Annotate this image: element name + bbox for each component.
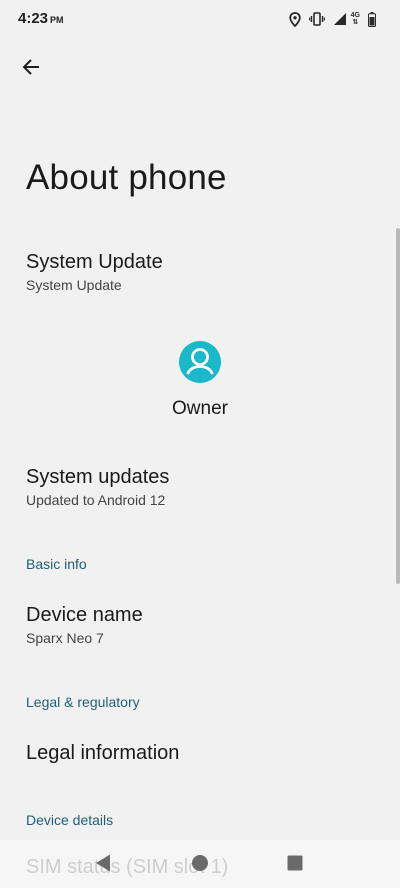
network-type-label: 4G ⇅ — [351, 12, 360, 26]
section-header-basic-info: Basic info — [26, 556, 87, 572]
system-update-title: System Update — [26, 251, 163, 273]
system-updates-row[interactable]: System updates Updated to Android 12 — [26, 464, 370, 509]
owner-name: Owner — [172, 398, 228, 419]
section-header-device-details: Device details — [26, 812, 114, 828]
device-name-subtitle: Sparx Neo 7 — [26, 630, 104, 646]
section-header-legal: Legal & regulatory — [26, 694, 140, 710]
status-icons: 4G ⇅ — [288, 10, 376, 28]
account-circle-icon — [178, 340, 222, 384]
legal-information-title: Legal information — [26, 742, 180, 764]
legal-information-row[interactable]: Legal information — [26, 740, 370, 766]
data-arrows-icon: ⇅ — [352, 19, 359, 26]
nav-recents-button[interactable] — [284, 854, 306, 876]
nav-home-button[interactable] — [189, 854, 211, 876]
system-updates-title: System updates — [26, 466, 170, 488]
system-update-subtitle: System Update — [26, 277, 122, 293]
signal-icon — [333, 12, 347, 26]
battery-icon — [368, 11, 376, 27]
back-button[interactable] — [14, 52, 48, 86]
owner-profile[interactable]: Owner — [0, 340, 400, 420]
page-title: About phone — [26, 158, 227, 197]
system-update-row[interactable]: System Update System Update — [26, 249, 370, 294]
vibrate-icon — [308, 12, 325, 26]
status-time: 4:23 PM — [18, 10, 64, 27]
arrow-left-icon — [21, 57, 41, 82]
system-updates-subtitle: Updated to Android 12 — [26, 492, 166, 508]
nav-back-button[interactable] — [92, 854, 114, 876]
device-name-row[interactable]: Device name Sparx Neo 7 — [26, 602, 370, 647]
circle-home-icon — [191, 854, 209, 877]
square-recents-icon — [286, 854, 304, 877]
status-time-ampm: PM — [50, 15, 64, 25]
network-type-text: 4G — [350, 12, 360, 19]
triangle-back-icon — [94, 853, 112, 878]
status-time-value: 4:23 — [18, 10, 49, 27]
location-pin-icon — [288, 11, 301, 27]
device-name-title: Device name — [26, 604, 143, 626]
status-bar: 4:23 PM 4G ⇅ — [0, 0, 400, 38]
